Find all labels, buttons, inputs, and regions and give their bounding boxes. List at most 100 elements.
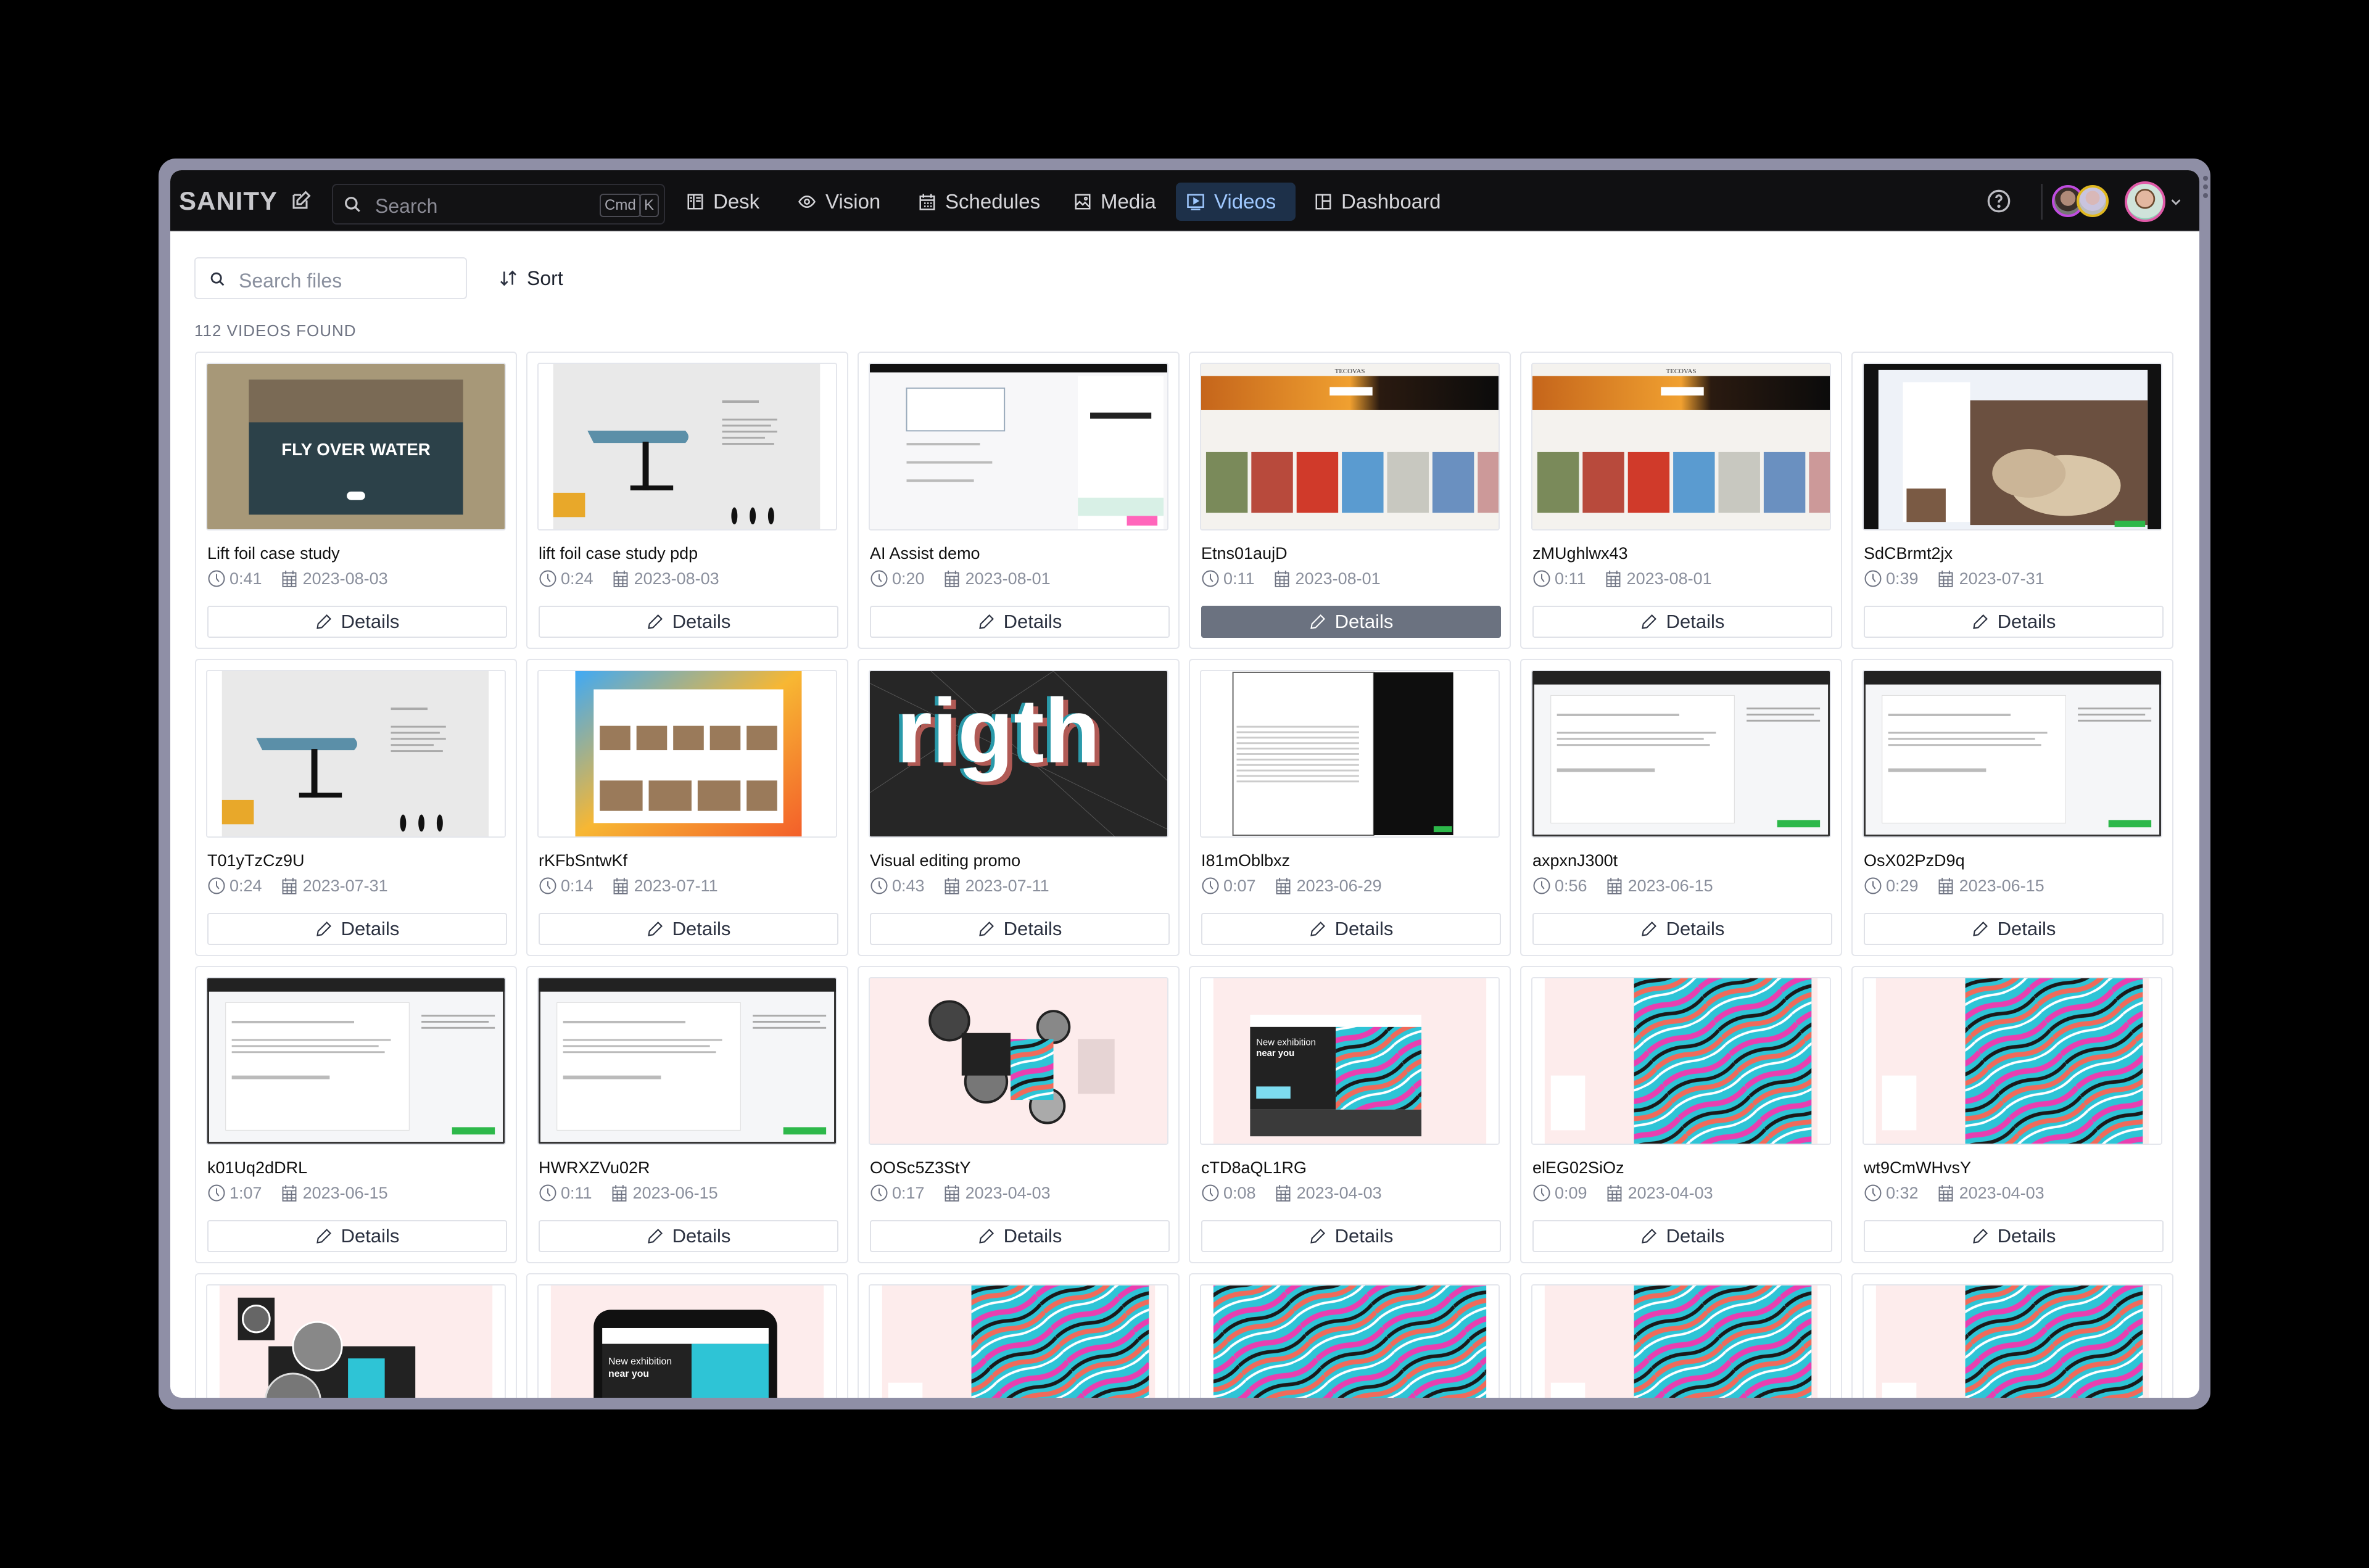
video-thumbnail[interactable] [206,670,506,838]
details-button[interactable]: Details [207,1220,507,1252]
video-date: 2023-04-03 [1959,1183,2044,1202]
nav-media[interactable]: Media [1064,183,1166,221]
video-thumbnail[interactable] [1863,1284,2162,1398]
video-card: lift foil case study pdp 0:24 2023-08-03… [526,352,848,649]
calendar-icon [1938,1185,1953,1202]
video-thumbnail[interactable]: rigth rigth rigth [869,670,1168,838]
details-button[interactable]: Details [1532,1220,1832,1252]
video-thumbnail[interactable] [1863,670,2162,838]
video-title: wt9CmWHvsY [1864,1158,1971,1177]
calendar-icon [612,1185,626,1202]
video-date: 2023-06-15 [302,1183,388,1202]
top-navbar: SANITY Search Cmd K Desk Vision Schedule… [170,170,2199,231]
details-button[interactable]: Details [1201,606,1501,638]
details-button[interactable]: Details [1864,913,2164,945]
video-card: rigth rigth rigth Visual editing promo 0:4… [858,659,1180,956]
clock-icon [870,1184,888,1202]
video-title: cTD8aQL1RG [1201,1158,1307,1177]
calendar-icon [919,194,935,210]
compose-icon[interactable] [290,189,312,212]
drag-handle[interactable] [2203,176,2208,198]
video-title: AI Assist demo [870,544,980,563]
video-thumbnail[interactable] [1200,670,1500,838]
details-label: Details [341,918,400,939]
video-thumbnail[interactable] [206,1284,506,1398]
nav-schedules[interactable]: Schedules [908,183,1050,221]
svg-text:TECOVAS: TECOVAS [1335,368,1365,375]
video-thumbnail[interactable] [869,363,1168,530]
thumbnail-image [870,978,1167,1144]
pencil-icon [978,614,994,629]
video-thumbnail[interactable] [206,977,506,1145]
details-label: Details [672,611,731,632]
details-button[interactable]: Details [1532,913,1832,945]
video-meta: 0:41 2023-08-03 [207,569,388,588]
video-thumbnail[interactable] [1531,670,1831,838]
details-label: Details [1666,1225,1725,1247]
details-label: Details [1666,611,1725,632]
video-meta: 0:29 2023-06-15 [1864,876,2044,896]
nav-vision-label: Vision [825,190,881,213]
nav-desk[interactable]: Desk [676,183,769,221]
details-button[interactable]: Details [1201,913,1501,945]
video-thumbnail[interactable] [537,977,837,1145]
video-thumbnail[interactable] [869,977,1168,1145]
details-button[interactable]: Details [1864,1220,2164,1252]
nav-dashboard[interactable]: Dashboard [1304,183,1450,221]
details-button[interactable]: Details [870,913,1170,945]
video-thumbnail[interactable] [537,363,837,530]
svg-text:near you: near you [608,1369,649,1379]
video-card: Details [195,1273,517,1398]
pencil-icon [1641,1229,1656,1244]
video-thumbnail[interactable]: FLY OVER WATER [206,363,506,530]
video-meta: 0:20 2023-08-01 [870,569,1051,588]
video-thumbnail[interactable]: TECOVAS [1200,363,1500,530]
pencil-icon [647,614,663,629]
sort-button[interactable]: Sort [492,257,569,299]
video-thumbnail[interactable] [537,670,837,838]
thumbnail-image: New exhibition near you [1201,978,1499,1144]
details-label: Details [1997,1225,2056,1247]
thumbnail-image [207,1285,505,1398]
sanity-logo[interactable]: SANITY [179,186,278,216]
search-files-input[interactable]: Search files [194,257,467,299]
details-button[interactable]: Details [207,913,507,945]
calendar-icon [1276,1185,1290,1202]
details-button[interactable]: Details [539,913,838,945]
calendar-icon [945,1185,959,1202]
details-button[interactable]: Details [870,606,1170,638]
global-search[interactable]: Search Cmd K [332,184,665,225]
clock-icon [1202,1184,1219,1202]
nav-videos[interactable]: Videos [1176,183,1296,221]
presence-avatar-2[interactable] [2077,185,2109,217]
navbar-divider [2041,184,2043,220]
details-button[interactable]: Details [539,606,838,638]
details-button[interactable]: Details [1201,1220,1501,1252]
video-thumbnail[interactable] [1863,977,2162,1145]
help-icon[interactable] [1987,189,2011,213]
thumbnail-image: New exhibition near you [539,1285,836,1398]
details-button[interactable]: Details [870,1220,1170,1252]
video-date: 2023-08-01 [965,569,1051,588]
video-thumbnail[interactable] [1531,1284,1831,1398]
video-thumbnail[interactable]: New exhibition near you [537,1284,837,1398]
pencil-icon [1641,922,1656,936]
user-avatar[interactable] [2125,181,2165,222]
video-thumbnail[interactable]: New exhibition near you [1200,977,1500,1145]
pencil-icon [316,614,331,629]
video-thumbnail[interactable] [869,1284,1168,1398]
thumbnail-image: TECOVAS [1201,364,1499,529]
video-thumbnail[interactable] [1531,977,1831,1145]
clock-icon [1202,877,1219,894]
video-thumbnail[interactable] [1200,1284,1500,1398]
details-button[interactable]: Details [207,606,507,638]
details-button[interactable]: Details [1532,606,1832,638]
video-thumbnail[interactable]: TECOVAS [1531,363,1831,530]
chevron-down-icon[interactable] [2169,195,2183,208]
details-button[interactable]: Details [1864,606,2164,638]
svg-text:New exhibition: New exhibition [1256,1038,1316,1047]
nav-vision[interactable]: Vision [787,183,890,221]
video-thumbnail[interactable] [1863,363,2162,530]
video-icon [1187,194,1204,210]
details-button[interactable]: Details [539,1220,838,1252]
